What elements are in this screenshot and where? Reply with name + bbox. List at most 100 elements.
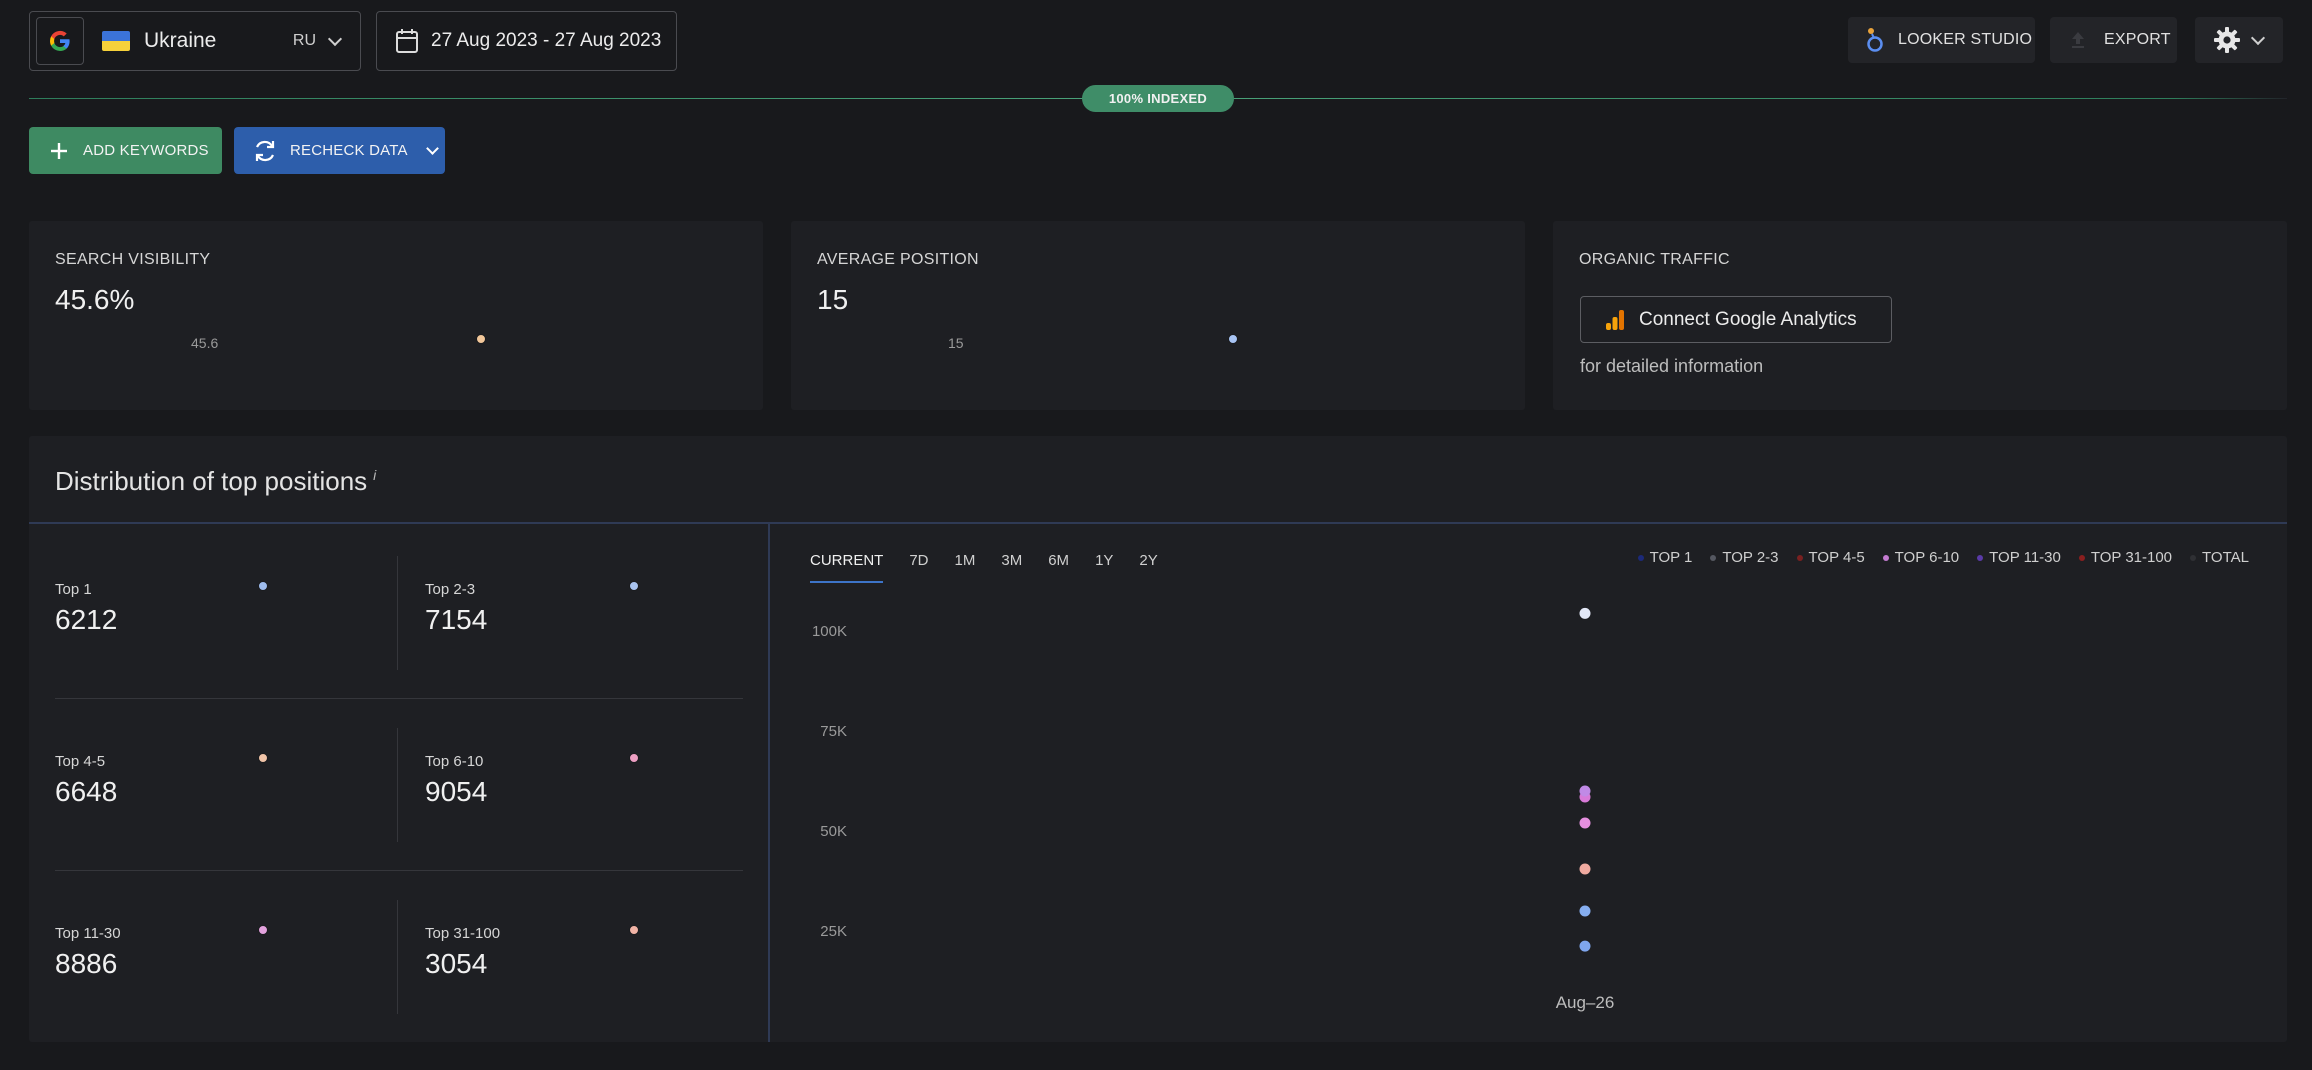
top2-3-value: 7154: [425, 604, 488, 635]
looker-label: LOOKER STUDIO: [1898, 31, 2033, 48]
tab-1y[interactable]: 1Y: [1095, 552, 1113, 583]
tab-current[interactable]: CURRENT: [810, 552, 884, 583]
ga-note: for detailed information: [1580, 356, 1764, 376]
tab-2y[interactable]: 2Y: [1139, 552, 1157, 583]
y-tick-label: 100K: [812, 623, 847, 640]
country-name: Ukraine: [144, 29, 217, 52]
legend-dot: [1796, 554, 1803, 561]
card-title: AVERAGE POSITION: [817, 251, 979, 268]
organic-traffic-card: ORGANIC TRAFFIC Connect Google Analytics…: [1553, 221, 2287, 410]
country-selector[interactable]: Ukraine RU: [29, 11, 361, 71]
tab-1m[interactable]: 1M: [955, 552, 976, 583]
legend-item[interactable]: TOP 11-30: [1977, 549, 2061, 566]
add-keywords-button[interactable]: ADD KEYWORDS: [29, 127, 222, 174]
data-point[interactable]: [1579, 607, 1591, 619]
legend-dot: [2078, 554, 2085, 561]
top4-5-point: [258, 753, 268, 763]
visibility-value: 45.6%: [55, 284, 135, 315]
top11-30-label: Top 11-30: [55, 925, 121, 942]
divider: [29, 522, 2287, 524]
chevron-down-icon: [327, 31, 343, 46]
sparkline-point: [476, 334, 486, 344]
legend-dot: [1710, 554, 1717, 561]
top11-30-point: [258, 925, 268, 935]
legend-dot: [2190, 554, 2197, 561]
y-tick-label: 25K: [820, 923, 847, 940]
y-tick-label: 75K: [820, 723, 847, 740]
positions-chart: 100K 75K 50K 25K Aug–26: [812, 607, 1615, 1012]
calendar-icon: [396, 29, 418, 53]
top1-value: 6212: [55, 604, 118, 635]
data-point[interactable]: [1579, 905, 1591, 917]
data-point[interactable]: [1579, 817, 1591, 829]
export-button[interactable]: EXPORT: [2050, 17, 2177, 63]
plus-icon: [51, 142, 67, 159]
top2-3-label: Top 2-3: [425, 581, 476, 598]
refresh-icon: [255, 140, 275, 161]
top31-100-value: 3054: [425, 948, 488, 979]
recheck-data-button[interactable]: RECHECK DATA: [234, 127, 445, 174]
card-title: ORGANIC TRAFFIC: [1579, 251, 1730, 268]
legend-dot: [1882, 554, 1889, 561]
tab-7d[interactable]: 7D: [909, 552, 928, 583]
legend-label: TOP 1: [1649, 549, 1693, 566]
looker-icon: [1867, 28, 1883, 52]
position-value: 15: [817, 284, 849, 315]
connect-ga-label: Connect Google Analytics: [1639, 308, 1857, 330]
search-visibility-card: SEARCH VISIBILITY 45.6% 45.6: [29, 221, 763, 410]
legend-item[interactable]: TOTAL: [2190, 549, 2249, 566]
legend-label: TOP 2-3: [1722, 549, 1779, 566]
data-point[interactable]: [1579, 863, 1591, 875]
top31-100-point: [629, 925, 639, 935]
data-point[interactable]: [1579, 785, 1591, 797]
top6-10-label: Top 6-10: [425, 753, 484, 770]
top1-label: Top 1: [55, 581, 92, 598]
sparkline-point: [1228, 334, 1238, 344]
upload-icon: [2072, 32, 2084, 48]
top2-3-point: [629, 581, 639, 591]
legend-label: TOP 11-30: [1989, 549, 2061, 566]
recheck-label: RECHECK DATA: [290, 142, 408, 159]
legend-label: TOP 31-100: [2090, 549, 2173, 566]
legend-item[interactable]: TOP 2-3: [1710, 549, 1779, 566]
x-tick-label: Aug–26: [1556, 993, 1615, 1012]
chevron-down-icon: [425, 141, 439, 155]
distribution-panel: Distribution of top positions i Top 1 621…: [29, 436, 2287, 1042]
add-keywords-label: ADD KEYWORDS: [83, 142, 209, 159]
divider: [397, 556, 398, 670]
card-title: SEARCH VISIBILITY: [55, 251, 211, 268]
legend-label: TOTAL: [2202, 549, 2249, 566]
top11-30-value: 8886: [55, 948, 118, 979]
legend-label: TOP 6-10: [1894, 549, 1960, 566]
divider: [397, 900, 398, 1014]
legend-dot: [1637, 554, 1644, 561]
legend-item[interactable]: TOP 4-5: [1796, 549, 1865, 566]
legend-item[interactable]: TOP 6-10: [1882, 549, 1960, 566]
indexed-badge: 100% INDEXED: [1082, 85, 1234, 112]
distribution-title: Distribution of top positions i: [55, 466, 376, 497]
gear-icon: [2214, 27, 2240, 53]
top6-10-point: [629, 753, 639, 763]
settings-button[interactable]: [2195, 17, 2283, 63]
top4-5-label: Top 4-5: [55, 753, 106, 770]
data-point[interactable]: [1579, 940, 1591, 952]
top31-100-label: Top 31-100: [425, 925, 501, 942]
legend-item[interactable]: TOP 1: [1637, 549, 1693, 566]
legend-dot: [1977, 554, 1984, 561]
date-range-picker[interactable]: 27 Aug 2023 - 27 Aug 2023: [376, 11, 677, 71]
looker-studio-button[interactable]: LOOKER STUDIO: [1848, 17, 2035, 63]
top1-point: [258, 581, 268, 591]
tab-3m[interactable]: 3M: [1001, 552, 1022, 583]
chevron-down-icon: [2250, 30, 2266, 45]
period-tabs: CURRENT 7D 1M 3M 6M 1Y 2Y: [810, 552, 1158, 583]
date-range-text: 27 Aug 2023 - 27 Aug 2023: [431, 30, 662, 51]
connect-google-analytics-button[interactable]: Connect Google Analytics: [1580, 296, 1892, 343]
export-label: EXPORT: [2104, 31, 2171, 48]
chart-legend: TOP 1 TOP 2-3 TOP 4-5 TOP 6-10 TOP 11-30 TOP …: [1637, 549, 2249, 566]
legend-label: TOP 4-5: [1808, 549, 1865, 566]
legend-item[interactable]: TOP 31-100: [2078, 549, 2173, 566]
language-code: RU: [292, 32, 316, 49]
distribution-title-text: Distribution of top positions: [55, 466, 368, 496]
info-icon[interactable]: i: [373, 467, 376, 483]
tab-6m[interactable]: 6M: [1048, 552, 1069, 583]
